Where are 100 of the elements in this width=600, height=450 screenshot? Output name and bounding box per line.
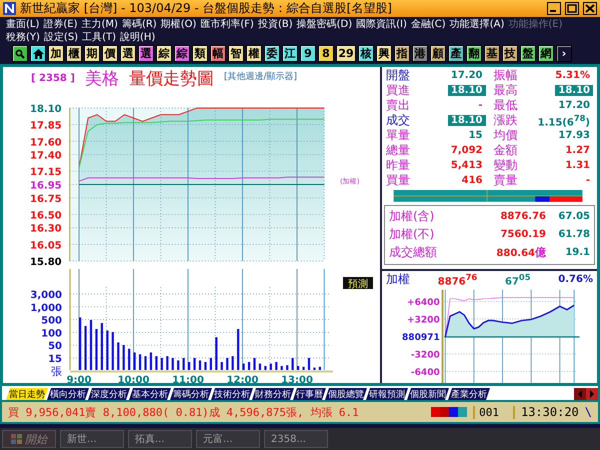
menu-item[interactable]: 金融(C) (410, 16, 446, 30)
view-tab[interactable]: 橫向分析 (47, 388, 89, 400)
menu-item[interactable]: 證券(E) (43, 16, 78, 30)
toolbar-button[interactable]: 選 (120, 45, 136, 62)
menu-item[interactable]: 工具(T) (82, 30, 116, 44)
toolbar-button[interactable]: 顧 (430, 45, 446, 62)
view-tab[interactable]: 當日走勢 (6, 388, 48, 400)
view-tab[interactable]: 財務分析 (252, 388, 294, 400)
summary-label: 加權(不) (389, 226, 436, 244)
volume-bar (226, 358, 228, 370)
x-tick-label: 13:00 (281, 375, 313, 384)
toolbar-button[interactable]: 類 (192, 45, 208, 62)
volume-bar (193, 358, 196, 370)
toolbar-button[interactable]: 港 (412, 45, 428, 62)
toolbar-button[interactable]: 綜 (156, 45, 172, 62)
taskbar-button[interactable]: 拓真... (128, 430, 192, 448)
menu-item[interactable]: 國際資訊(I) (356, 16, 407, 30)
summary-change: 61.78 (557, 229, 590, 240)
view-tab[interactable]: 深度分析 (88, 388, 130, 400)
scroll-right-button[interactable]: › (556, 45, 572, 62)
toolbar-button[interactable]: 權 (246, 45, 262, 62)
taskbar-button[interactable]: 2358... (264, 430, 328, 448)
toolbar-button[interactable]: 基 (484, 45, 500, 62)
view-tab[interactable]: 籌碼分析 (170, 388, 212, 400)
maximize-button[interactable] (565, 2, 579, 15)
view-tab[interactable]: 個股新聞 (407, 388, 449, 400)
volume-bar (144, 356, 147, 370)
scroll-right-icon[interactable] (586, 388, 598, 400)
toolbar-button[interactable]: 期 (84, 45, 100, 62)
forecast-button[interactable]: 預測 (343, 277, 373, 290)
menu-item[interactable]: 操盤密碼(D) (296, 16, 352, 30)
volume-bar (264, 366, 266, 370)
volume-bar (318, 366, 321, 370)
view-tab[interactable]: 技術分析 (211, 388, 253, 400)
x-tick-label: 9:00 (66, 375, 92, 384)
chart-title: 量價走勢圖 (128, 68, 214, 90)
quote-label: 最高 (494, 82, 518, 99)
quote-value: 18.10 (555, 85, 593, 96)
menu-item[interactable]: 主力(M) (82, 16, 118, 30)
quote-value: - (477, 100, 484, 111)
toolbar-button[interactable]: 價 (102, 45, 118, 62)
toolbar-button[interactable]: 盤 (520, 45, 536, 62)
toolbar-button[interactable]: 翻 (466, 45, 482, 62)
menu-item[interactable]: 匯市利率(F) (200, 16, 254, 30)
y-tick-label: 18.10 (30, 104, 62, 115)
page-field[interactable]: 001 (473, 406, 515, 418)
summary-value: 880.64億 (495, 245, 546, 260)
toolbar-button[interactable]: 產 (448, 45, 464, 62)
view-tab[interactable]: 個股總覽 (325, 388, 367, 400)
toolbar-button[interactable]: 江 (282, 45, 298, 62)
toolbar-button[interactable]: 技 (502, 45, 518, 62)
menu-item[interactable]: 期權(O) (160, 16, 196, 30)
menu-item[interactable]: 畫面(L) (6, 16, 40, 30)
menu-item[interactable]: 說明(H) (120, 30, 156, 44)
volume-bar (237, 329, 240, 370)
menu-item[interactable]: 投資(B) (258, 16, 293, 30)
home-button[interactable] (30, 45, 46, 62)
view-tab[interactable]: 基本分析 (129, 388, 171, 400)
volume-bar (172, 358, 174, 370)
toolbar-button[interactable]: 選 (138, 45, 154, 62)
volume-scale-label: 1,000 (30, 302, 62, 314)
toolbar-button[interactable]: 9 (300, 45, 316, 62)
y-tick-label: 17.40 (30, 150, 62, 162)
volume-bar (160, 358, 163, 370)
quote-value: 18.10 (448, 115, 486, 126)
toolbar-button[interactable]: 8 (318, 45, 334, 62)
quote-label: 買量 (386, 172, 410, 189)
status-mark: \ (584, 405, 592, 419)
taskbar-button[interactable]: 元富... (196, 430, 260, 448)
axis-label: -6400 (410, 368, 440, 378)
toolbar-button[interactable]: 興 (376, 45, 392, 62)
volume-bar (90, 320, 92, 370)
quote-value: 1.31 (564, 160, 591, 171)
close-button[interactable] (583, 2, 597, 15)
view-tab[interactable]: 研報預測 (366, 388, 408, 400)
volume-bar (292, 358, 294, 370)
toolbar-button[interactable]: 核 (358, 45, 374, 62)
toolbar-button[interactable]: 智 (228, 45, 244, 62)
toolbar-button[interactable]: 29 (336, 45, 356, 62)
view-tab[interactable]: 行事曆 (293, 388, 326, 400)
menu-item[interactable]: 功能選擇(A) (450, 16, 504, 30)
search-button[interactable] (12, 45, 28, 62)
volume-bar (253, 358, 256, 370)
toolbar-button[interactable]: 指 (394, 45, 410, 62)
toolbar-button[interactable]: 網 (538, 45, 554, 62)
category-link[interactable]: [其他週邊/顯示器] (224, 70, 297, 83)
toolbar-button[interactable]: 綜 (174, 45, 190, 62)
toolbar-button[interactable]: 櫃 (66, 45, 82, 62)
volume-bar (220, 362, 223, 370)
menu-item[interactable]: 稅務(Y) (6, 30, 40, 44)
menu-item[interactable]: 籌碼(R) (122, 16, 157, 30)
toolbar-button[interactable]: 加 (48, 45, 64, 62)
minimize-button[interactable] (547, 2, 561, 15)
toolbar-button[interactable]: 委 (264, 45, 280, 62)
taskbar-button[interactable]: 新世... (60, 430, 124, 448)
view-tab[interactable]: 產業分析 (448, 388, 490, 400)
menu-item[interactable]: 設定(S) (44, 30, 78, 44)
toolbar-button[interactable]: 幅 (210, 45, 226, 62)
volume-scale-label: 15 (48, 354, 62, 365)
volume-bar (117, 342, 120, 370)
